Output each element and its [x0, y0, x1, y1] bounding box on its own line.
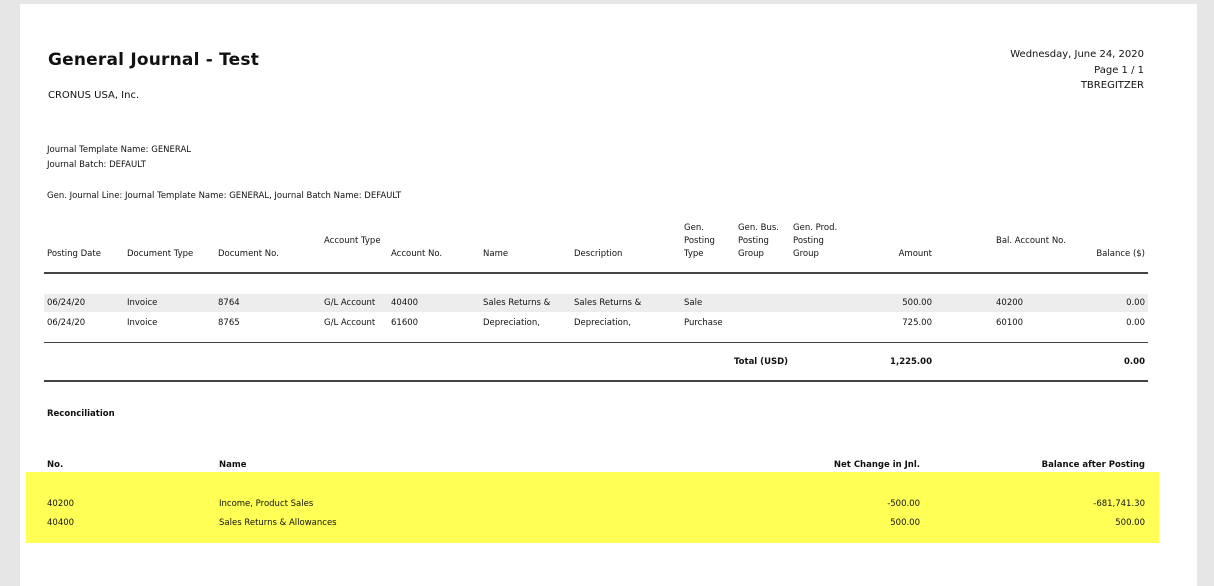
reconciliation-title: Reconciliation — [47, 409, 115, 419]
report-title: General Journal - Test — [48, 50, 260, 70]
recon-col-no: No. — [47, 460, 64, 470]
recon-cell-name: Sales Returns & Allowances — [219, 518, 337, 528]
cell-description: Depreciation, — [574, 318, 631, 328]
total-rule — [44, 380, 1148, 382]
col-gen-prod-posting-group: Gen. Prod. Posting Group — [793, 223, 838, 259]
cell-bal-account-no: 60100 — [996, 318, 1024, 328]
recon-cell-no: 40200 — [47, 499, 75, 509]
cell-account-no: 61600 — [391, 318, 419, 328]
report-page: General Journal - Test CRONUS USA, Inc. … — [20, 4, 1197, 586]
cell-account-type: G/L Account — [324, 318, 376, 328]
col-bal-account-no: Bal. Account No. — [996, 236, 1066, 246]
col-gen-bus-posting-group: Gen. Bus. Posting Group — [738, 223, 779, 259]
recon-cell-no: 40400 — [47, 518, 75, 528]
col-document-type: Document Type — [127, 249, 194, 259]
cell-balance: 0.00 — [1126, 298, 1145, 308]
col-amount: Amount — [898, 249, 932, 259]
recon-cell-balance-after: 500.00 — [1115, 518, 1145, 528]
report-user: TBREGITZER — [1080, 80, 1144, 91]
recon-col-net-change: Net Change in Jnl. — [833, 460, 920, 470]
page-number: Page 1 / 1 — [1094, 65, 1144, 76]
filter-template: Journal Template Name: GENERAL — [47, 145, 192, 155]
cell-account-type: G/L Account — [324, 298, 376, 308]
col-description: Description — [574, 249, 623, 259]
cell-document-type: Invoice — [127, 318, 158, 328]
cell-posting-date: 06/24/20 — [47, 318, 86, 328]
col-posting-date: Posting Date — [47, 249, 101, 259]
total-amount: 1,225.00 — [890, 357, 932, 367]
col-name: Name — [483, 249, 509, 259]
company-name: CRONUS USA, Inc. — [48, 90, 140, 101]
recon-cell-net-change: 500.00 — [890, 518, 920, 528]
recon-cell-name: Income, Product Sales — [219, 499, 314, 509]
cell-name: Depreciation, — [483, 318, 540, 328]
col-gen-posting-type: Gen. Posting Type — [684, 223, 715, 259]
filter-line: Gen. Journal Line: Journal Template Name… — [47, 191, 402, 201]
highlight-marker — [26, 472, 1159, 543]
recon-cell-net-change: -500.00 — [887, 499, 920, 509]
recon-col-balance-after: Balance after Posting — [1041, 460, 1145, 470]
recon-cell-balance-after: -681,741.30 — [1093, 499, 1145, 509]
recon-col-name: Name — [219, 460, 247, 470]
cell-bal-account-no: 40200 — [996, 298, 1024, 308]
cell-gen-posting-type: Sale — [684, 298, 703, 308]
cell-amount: 500.00 — [902, 298, 932, 308]
header-rule — [44, 272, 1148, 274]
col-balance: Balance ($) — [1096, 249, 1145, 259]
filter-batch: Journal Batch: DEFAULT — [47, 160, 146, 170]
cell-posting-date: 06/24/20 — [47, 298, 86, 308]
total-label: Total (USD) — [734, 357, 789, 367]
col-document-no: Document No. — [218, 249, 279, 259]
cell-description: Sales Returns & — [574, 298, 642, 308]
total-balance: 0.00 — [1124, 357, 1145, 367]
cell-document-no: 8764 — [218, 298, 240, 308]
cell-name: Sales Returns & — [483, 298, 551, 308]
cell-gen-posting-type: Purchase — [684, 318, 723, 328]
col-account-no: Account No. — [391, 249, 443, 259]
rows-rule — [44, 342, 1148, 343]
col-account-type: Account Type — [324, 236, 381, 246]
cell-amount: 725.00 — [902, 318, 932, 328]
cell-document-no: 8765 — [218, 318, 240, 328]
cell-document-type: Invoice — [127, 298, 158, 308]
cell-account-no: 40400 — [391, 298, 419, 308]
cell-balance: 0.00 — [1126, 318, 1145, 328]
report-date: Wednesday, June 24, 2020 — [1010, 49, 1144, 60]
